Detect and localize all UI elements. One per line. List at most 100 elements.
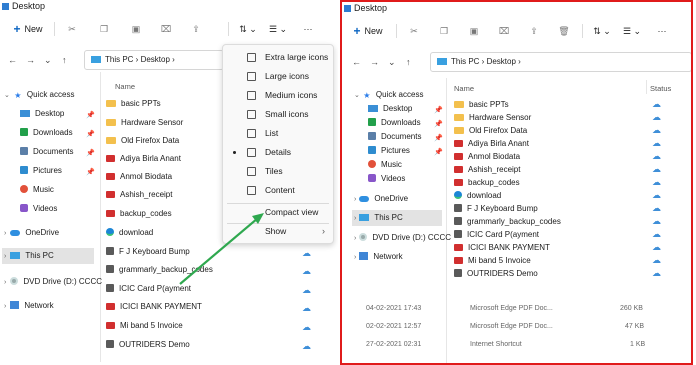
cloud-status-icon: ☁ [652, 99, 661, 109]
scissors-icon: ✂ [410, 25, 418, 36]
edge-icon [454, 191, 462, 199]
cloud-status-icon: ☁ [652, 177, 661, 187]
computer-icon [359, 214, 370, 221]
list-item[interactable]: OUTRIDERS Demo [454, 266, 538, 282]
pdf-icon [454, 153, 463, 160]
copy-icon: ❐ [439, 25, 449, 36]
rename-button[interactable]: ⌧ [492, 18, 516, 44]
text-file-icon [454, 217, 462, 225]
left-explorer-window: Desktop + New ✂ ❐ ▣ ⌧ ⇪ ⇅ ⌄ ☰ ⌄ ··· ← → ⌄… [0, 0, 338, 365]
cut-button[interactable]: ✂ [402, 18, 426, 44]
cloud-status-icon: ☁ [652, 268, 661, 278]
desktop-icon [368, 105, 378, 112]
chevron-down-icon: ⌄ [388, 57, 396, 67]
breadcrumb-desktop[interactable]: Desktop [487, 57, 516, 66]
more-icon: ··· [657, 26, 667, 36]
pane-divider [446, 78, 447, 363]
divider [396, 24, 397, 38]
arrow-left-icon: ← [352, 57, 361, 67]
cloud-status-icon: ☁ [652, 216, 661, 226]
network-icon [359, 252, 369, 260]
text-file-icon [454, 230, 462, 238]
pdf-icon [454, 179, 463, 186]
trash-icon: 🗑 [558, 25, 570, 36]
rename-icon: ⌧ [498, 25, 510, 36]
pdf-icon [454, 166, 463, 173]
this-pc-icon [437, 58, 447, 65]
folder-icon [454, 127, 464, 134]
new-button[interactable]: + New [348, 18, 388, 44]
paste-button[interactable]: ▣ [462, 18, 486, 44]
window-title: Desktop [354, 3, 388, 13]
view-button[interactable]: ☰ ⌄ [618, 18, 646, 44]
picture-icon [368, 146, 376, 154]
cloud-icon [359, 196, 370, 202]
navigation-row: ← → ⌄ ↑ This PC › Desktop › [342, 52, 691, 72]
delete-button[interactable]: 🗑 [552, 18, 576, 44]
arrow-up-icon: ↑ [406, 57, 411, 67]
shortcut-icon [454, 204, 462, 212]
forward-button[interactable]: → [370, 52, 379, 72]
nav-dvd-drive[interactable]: › DVD Drive (D:) CCCC [354, 230, 451, 246]
detail-date: 04-02-2021 17:43 [366, 305, 422, 312]
arrow-right-icon: → [370, 57, 379, 67]
chevron-down-icon: ⌄ [354, 92, 360, 99]
title-bar: Desktop [342, 2, 691, 15]
cloud-status-icon: ☁ [652, 125, 661, 135]
chevron-right-icon: › [354, 235, 357, 242]
nav-this-pc[interactable]: › This PC [352, 210, 442, 226]
folder-icon [454, 114, 464, 121]
arrow-line [179, 217, 259, 285]
detail-type: Microsoft Edge PDF Doc... [470, 305, 553, 312]
game-icon [454, 269, 462, 277]
cloud-status-icon: ☁ [652, 229, 661, 239]
pdf-icon [454, 257, 463, 264]
chevron-right-icon: › [354, 254, 357, 261]
back-button[interactable]: ← [352, 52, 361, 72]
detail-type: Internet Shortcut [470, 341, 522, 348]
column-divider [646, 80, 647, 94]
detail-date: 27-02-2021 02:31 [366, 341, 422, 348]
detail-size: 47 KB [625, 323, 645, 330]
pdf-icon [454, 140, 463, 147]
detail-size: 1 KB [630, 341, 646, 348]
folder-icon [454, 101, 464, 108]
cloud-status-icon: ☁ [652, 242, 661, 252]
recent-button[interactable]: ⌄ [388, 52, 396, 72]
breadcrumb-this-pc[interactable]: This PC [451, 57, 479, 66]
chevron-right-icon: › [354, 215, 357, 222]
cloud-status-icon: ☁ [652, 203, 661, 213]
copy-button[interactable]: ❐ [432, 18, 456, 44]
pin-icon: 📌 [434, 135, 443, 142]
download-icon [368, 118, 376, 126]
nav-network[interactable]: › Network [354, 249, 403, 265]
cloud-status-icon: ☁ [652, 255, 661, 265]
divider [582, 24, 583, 38]
column-header-name[interactable]: Name [454, 84, 474, 93]
nav-onedrive[interactable]: › OneDrive [354, 191, 408, 207]
more-options-button[interactable]: ··· [650, 18, 674, 44]
right-explorer-window: Desktop + New ✂ ❐ ▣ ⌧ ⇪ 🗑 ⇅ ⌄ ☰ ⌄ ··· ← →… [340, 0, 693, 365]
disc-icon [359, 233, 368, 241]
column-header-status[interactable]: Status [650, 84, 671, 93]
sort-button[interactable]: ⇅ ⌄ [588, 18, 616, 44]
pin-icon: 📌 [434, 121, 443, 128]
detail-type: Microsoft Edge PDF Doc... [470, 323, 553, 330]
detail-size: 260 KB [620, 305, 643, 312]
cloud-status-icon: ☁ [652, 164, 661, 174]
pin-icon: 📌 [434, 149, 443, 156]
sort-icon: ⇅ ⌄ [593, 25, 611, 36]
nav-videos[interactable]: Videos [368, 171, 405, 187]
cloud-status-icon: ☁ [652, 138, 661, 148]
share-icon: ⇪ [530, 25, 538, 36]
detail-date: 02-02-2021 12:57 [366, 323, 422, 330]
document-icon [368, 132, 376, 140]
address-bar[interactable]: This PC › Desktop › [430, 52, 691, 72]
cloud-status-icon: ☁ [652, 190, 661, 200]
paste-icon: ▣ [469, 25, 479, 36]
share-button[interactable]: ⇪ [522, 18, 546, 44]
pin-icon: 📌 [434, 107, 443, 114]
up-button[interactable]: ↑ [406, 52, 411, 72]
cloud-status-icon: ☁ [652, 151, 661, 161]
cloud-status-icon: ☁ [652, 112, 661, 122]
